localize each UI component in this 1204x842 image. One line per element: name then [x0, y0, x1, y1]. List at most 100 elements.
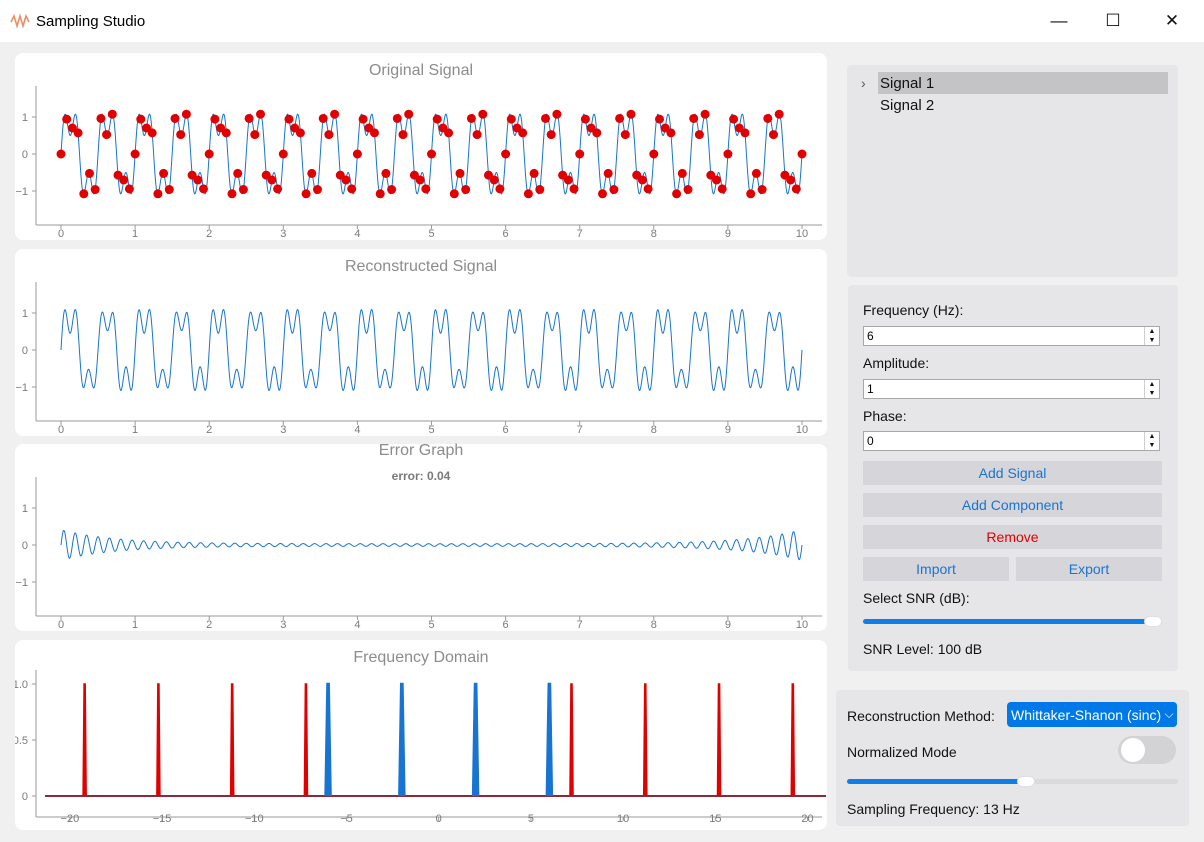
sample-point — [210, 114, 220, 124]
frequency-spinbox[interactable]: 6 ▲ ▼ — [863, 326, 1160, 346]
signal-controls-panel: Frequency (Hz): 6 ▲ ▼ Amplitude: 1 ▲ ▼ Pha… — [848, 285, 1178, 671]
reconstructed-signal-plot[interactable]: Reconstructed Signal 0 1 2 3 4 5 6 7 8 9 10 1 0 −1 — [15, 249, 827, 436]
original-x-tick-label: 0 — [58, 228, 64, 240]
reconstructed-signal-chart: 0 1 2 3 4 5 6 7 8 9 1010−1 — [15, 282, 822, 436]
spectrum-peak-red — [716, 683, 722, 797]
frequency-label: Frequency (Hz): — [863, 302, 964, 318]
sample-point — [666, 128, 676, 138]
normalized-mode-label: Normalized Mode — [847, 744, 957, 760]
export-button[interactable]: Export — [1016, 557, 1162, 581]
minimize-button[interactable]: — — [1030, 0, 1088, 42]
expand-chevron-icon[interactable]: › — [861, 75, 866, 91]
reconstructed-x-tick-label: 4 — [354, 424, 360, 436]
reconstructed-series-line — [60, 308, 803, 392]
reconstructed-y-tick-label: −1 — [15, 382, 28, 394]
add-signal-button[interactable]: Add Signal — [863, 461, 1162, 485]
sample-point — [478, 109, 488, 119]
sample-point — [250, 130, 260, 140]
sample-point — [774, 109, 784, 119]
amplitude-spinbox[interactable]: 1 ▲ ▼ — [863, 379, 1160, 399]
amplitude-stepper[interactable]: ▲ ▼ — [1144, 380, 1159, 398]
step-up-icon[interactable]: ▲ — [1145, 327, 1159, 336]
close-button[interactable]: ✕ — [1143, 0, 1201, 42]
normalized-mode-toggle[interactable] — [1118, 736, 1176, 764]
sample-point — [444, 128, 454, 138]
error-x-tick-label: 1 — [132, 619, 138, 631]
sample-point — [330, 109, 340, 119]
original-signal-chart: 0 1 2 3 4 5 6 7 8 9 1010−1 — [15, 86, 822, 240]
original-y-tick-label: 1 — [22, 112, 28, 124]
sample-point — [347, 184, 357, 194]
original-signal-plot[interactable]: Original Signal 0 1 2 3 4 5 6 7 8 9 10 1 0 −1 — [15, 53, 827, 240]
sampling-frequency-slider[interactable] — [847, 776, 1178, 787]
error-graph-plot[interactable]: Error Graph error: 0.04 0 1 2 3 4 5 6 7 8 9 10 1 0 −1 — [15, 442, 827, 631]
remove-button[interactable]: Remove — [863, 525, 1162, 549]
original-x-tick-label: 10 — [796, 228, 808, 240]
maximize-button[interactable]: ☐ — [1084, 0, 1142, 42]
reconstructed-x-tick-label: 9 — [725, 424, 731, 436]
reconstructed-x-tick-label: 0 — [58, 424, 64, 436]
phase-label: Phase: — [863, 408, 907, 424]
error-y-tick-label: −1 — [15, 577, 28, 589]
frequency-domain-plot[interactable]: Frequency Domain −20 −15 −10 −5 0 5 10 15 20 1.0 0… — [15, 640, 827, 830]
sample-point — [620, 130, 630, 140]
sample-point — [592, 128, 602, 138]
sample-point — [170, 113, 180, 123]
app-logo-icon — [10, 13, 30, 29]
close-icon: ✕ — [1164, 11, 1180, 30]
sampling-slider-handle[interactable] — [1016, 776, 1035, 787]
spectrum-peak-red — [642, 683, 648, 797]
error-x-tick-label: 2 — [206, 619, 212, 631]
sample-point — [136, 114, 146, 124]
error-x-tick-label: 9 — [725, 619, 731, 631]
sample-point — [569, 184, 579, 194]
sample-point — [267, 175, 277, 185]
step-up-icon[interactable]: ▲ — [1145, 432, 1159, 441]
frequency-stepper[interactable]: ▲ ▼ — [1144, 327, 1159, 345]
original-x-tick-label: 8 — [651, 228, 657, 240]
original-x-tick-label: 1 — [132, 228, 138, 240]
frequency-x-tick-label: 10 — [617, 813, 629, 825]
sample-point — [102, 130, 112, 140]
sample-point — [672, 189, 682, 199]
reconstruction-method-value: Whittaker-Shanon (sinc) — [1011, 707, 1162, 723]
reconstruction-method-select[interactable]: Whittaker-Shanon (sinc) ⌵ — [1007, 702, 1177, 727]
sample-point — [147, 128, 157, 138]
step-up-icon[interactable]: ▲ — [1145, 380, 1159, 389]
sample-point — [307, 168, 317, 178]
signal-item-2[interactable]: Signal 2 — [880, 97, 934, 114]
sample-point — [694, 130, 704, 140]
sample-point — [637, 175, 647, 185]
sample-point — [370, 128, 379, 138]
sample-point — [256, 109, 265, 119]
import-button[interactable]: Import — [863, 557, 1009, 581]
sample-point — [489, 175, 499, 185]
snr-slider-handle[interactable] — [1144, 616, 1163, 627]
sample-point — [159, 168, 169, 178]
signal-item-1[interactable]: Signal 1 — [880, 75, 934, 92]
signal-list-panel: › Signal 1 Signal 2 — [847, 65, 1178, 277]
original-x-tick-label: 2 — [206, 228, 212, 240]
error-x-tick-label: 10 — [796, 619, 808, 631]
error-y-tick-label: 1 — [22, 503, 28, 515]
sample-point — [769, 130, 778, 140]
step-down-icon[interactable]: ▼ — [1145, 389, 1159, 398]
step-down-icon[interactable]: ▼ — [1145, 336, 1159, 345]
sample-point — [244, 113, 254, 123]
sample-point — [398, 130, 408, 140]
sample-point — [381, 168, 391, 178]
sample-point — [181, 109, 191, 119]
sample-point — [523, 189, 533, 199]
phase-stepper[interactable]: ▲ ▼ — [1144, 432, 1159, 450]
step-down-icon[interactable]: ▼ — [1145, 441, 1159, 450]
error-x-tick-label: 6 — [503, 619, 509, 631]
phase-spinbox[interactable]: 0 ▲ ▼ — [863, 431, 1160, 451]
sample-point — [598, 189, 607, 199]
add-component-button[interactable]: Add Component — [863, 493, 1162, 517]
snr-slider[interactable] — [863, 616, 1163, 627]
sampling-slider-fill — [847, 779, 1026, 784]
sample-point — [461, 185, 471, 195]
sample-point — [615, 113, 625, 123]
sample-point — [689, 113, 699, 123]
original-y-tick-label: −1 — [15, 186, 28, 198]
